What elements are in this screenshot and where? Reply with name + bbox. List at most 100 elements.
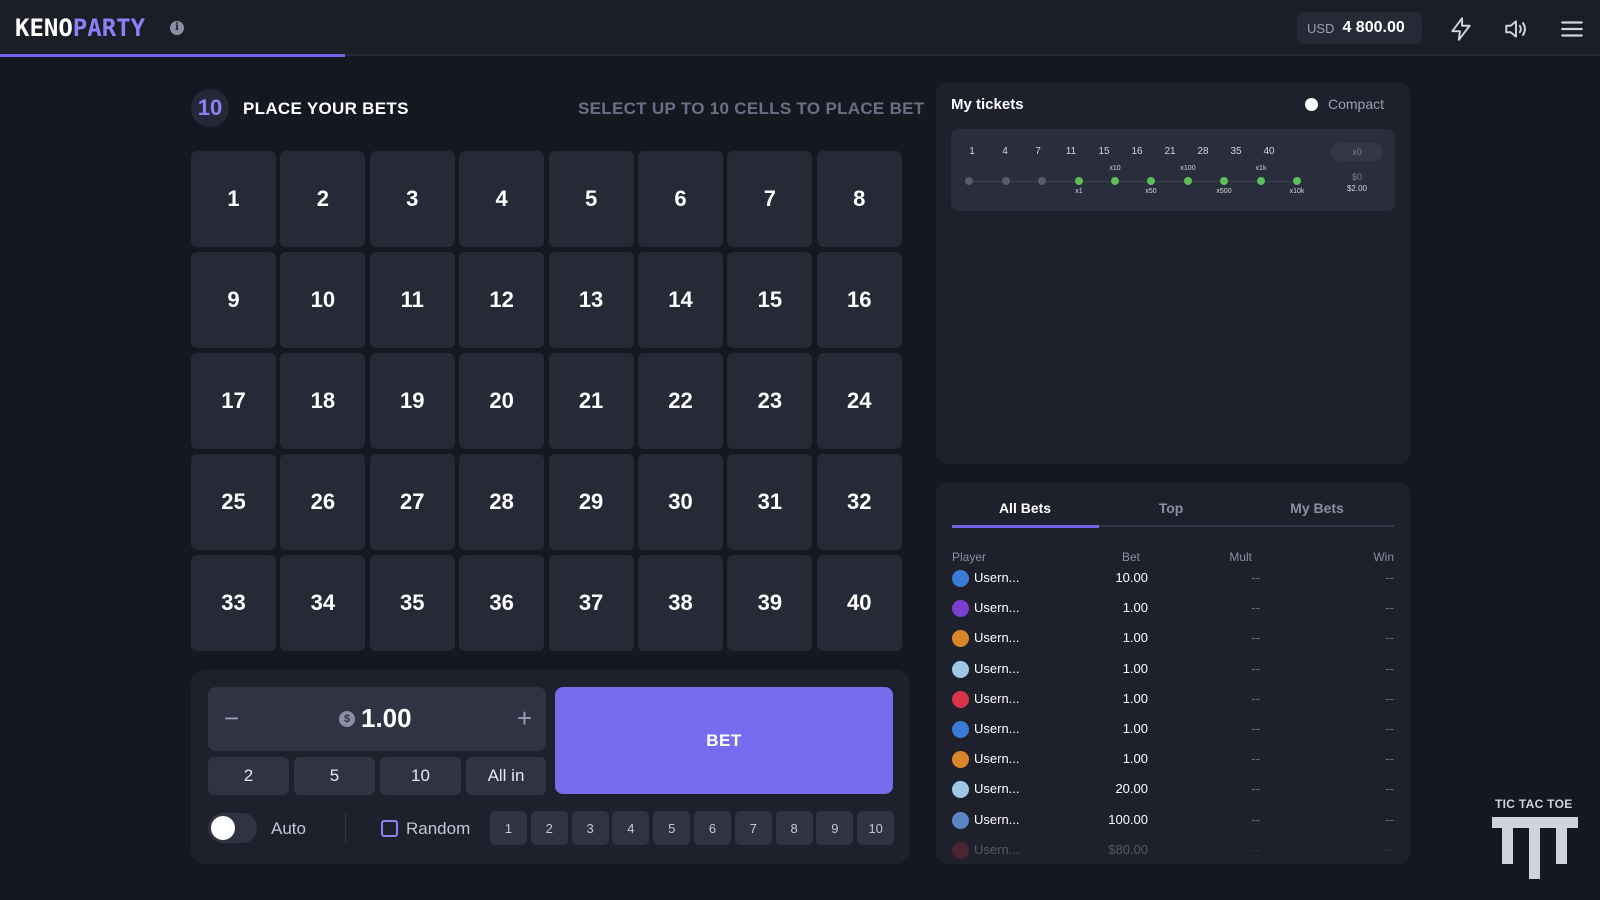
keno-cell[interactable]: 25 — [191, 454, 276, 550]
keno-cell[interactable]: 24 — [816, 353, 902, 449]
bet-amount-value[interactable]: 1.00 — [361, 703, 412, 734]
random-count-button[interactable]: 3 — [571, 811, 609, 845]
ticket-number: 35 — [1230, 146, 1242, 157]
auto-label: Auto — [271, 819, 306, 838]
keno-cell[interactable]: 35 — [369, 555, 455, 651]
keno-cell[interactable]: 31 — [727, 454, 813, 550]
auto-toggle[interactable] — [208, 813, 257, 843]
bet-win: -- — [1385, 781, 1394, 797]
quick-amount-button[interactable]: 2 — [208, 757, 289, 795]
keno-cell[interactable]: 1 — [191, 151, 276, 247]
keno-cell[interactable]: 34 — [280, 555, 366, 651]
keno-cell[interactable]: 27 — [369, 454, 455, 550]
keno-cell[interactable]: 32 — [816, 454, 902, 550]
keno-cell[interactable]: 21 — [548, 353, 634, 449]
bets-panel: All Bets Top My Bets Player Bet Mult Win… — [936, 482, 1410, 864]
keno-cell[interactable]: 28 — [459, 454, 545, 550]
player-avatar — [952, 600, 969, 618]
keno-cell[interactable]: 39 — [727, 555, 813, 651]
random-count-button[interactable]: 4 — [612, 811, 650, 845]
keno-cell[interactable]: 14 — [637, 252, 723, 348]
random-count-button[interactable]: 2 — [530, 811, 568, 845]
bet-amount-field[interactable]: − $ 1.00 + — [208, 687, 546, 751]
toggle-knob — [211, 816, 235, 840]
ticket-progress-line — [969, 181, 1301, 182]
bet-multiplier: -- — [1251, 781, 1260, 797]
keno-cell[interactable]: 38 — [637, 555, 723, 651]
tab-all-bets[interactable]: All Bets — [952, 500, 1098, 516]
keno-cell[interactable]: 4 — [459, 151, 545, 247]
keno-cell[interactable]: 36 — [459, 555, 545, 651]
random-count-button[interactable]: 5 — [653, 811, 691, 845]
keno-cell[interactable]: 11 — [369, 252, 455, 348]
keno-cell[interactable]: 5 — [548, 151, 634, 247]
bet-win: -- — [1385, 811, 1394, 827]
bet-button[interactable]: BET — [555, 687, 893, 794]
ticket-step-dot — [1184, 177, 1192, 185]
keno-cell[interactable]: 26 — [280, 454, 366, 550]
keno-cell[interactable]: 17 — [191, 353, 276, 449]
keno-cell[interactable]: 15 — [727, 252, 813, 348]
ticket-multiplier: x1k — [1255, 165, 1267, 172]
compact-toggle[interactable] — [1305, 98, 1318, 111]
increase-amount-button[interactable]: + — [517, 705, 532, 731]
lightning-icon[interactable] — [1448, 16, 1474, 42]
ticket-result: x0 — [1331, 143, 1383, 161]
ticket-multiplier: x500 — [1216, 188, 1232, 195]
decrease-amount-button[interactable]: − — [224, 705, 239, 731]
ticket-step-dot — [1257, 177, 1265, 185]
keno-cell[interactable]: 19 — [369, 353, 455, 449]
keno-cell[interactable]: 37 — [548, 555, 634, 651]
random-count-button[interactable]: 10 — [857, 811, 895, 845]
compact-label[interactable]: Compact — [1328, 96, 1384, 112]
quick-amount-button[interactable]: 10 — [380, 757, 461, 795]
keno-cell[interactable]: 3 — [369, 151, 455, 247]
bet-win: -- — [1385, 600, 1394, 616]
keno-cell[interactable]: 16 — [816, 252, 902, 348]
keno-cell[interactable]: 33 — [191, 555, 276, 651]
random-count-button[interactable]: 9 — [816, 811, 854, 845]
quick-amount-button[interactable]: 5 — [294, 757, 375, 795]
keno-cell[interactable]: 29 — [548, 454, 634, 550]
keno-cell[interactable]: 22 — [637, 353, 723, 449]
keno-cell[interactable]: 6 — [637, 151, 723, 247]
keno-cell[interactable]: 9 — [191, 252, 276, 348]
ticket-card[interactable]: x0 $0 $2.00 1 4 7 11 15 16 21 28 35 40 x1 x50 x500 x1… — [951, 129, 1395, 211]
bet-multiplier: -- — [1251, 721, 1260, 736]
dice-icon[interactable] — [381, 820, 398, 837]
ticket-step-dot — [1293, 177, 1301, 185]
bet-amount: 1.00 — [1122, 660, 1148, 676]
bet-multiplier: -- — [1251, 660, 1260, 676]
keno-cell[interactable]: 40 — [816, 555, 902, 651]
random-count-button[interactable]: 6 — [694, 811, 731, 845]
random-label[interactable]: Random — [406, 819, 470, 839]
bet-amount: 100.00 — [1108, 811, 1148, 827]
keno-cell[interactable]: 2 — [280, 151, 366, 247]
all-in-button[interactable]: All in — [466, 757, 546, 795]
keno-cell[interactable]: 7 — [727, 151, 813, 247]
keno-cell[interactable]: 10 — [280, 252, 366, 348]
place-bets-title: PLACE YOUR BETS — [243, 99, 409, 118]
keno-cell[interactable]: 20 — [459, 353, 545, 449]
random-count-button[interactable]: 1 — [490, 811, 527, 845]
tab-my-bets[interactable]: My Bets — [1244, 500, 1390, 516]
divider — [345, 812, 346, 844]
bet-win: -- — [1385, 751, 1394, 767]
bet-multiplier: -- — [1251, 570, 1260, 585]
keno-cell[interactable]: 18 — [280, 353, 366, 449]
sound-icon[interactable] — [1503, 16, 1529, 42]
random-count-button[interactable]: 8 — [775, 811, 813, 845]
balance-currency: USD — [1307, 20, 1335, 36]
random-count-button[interactable]: 7 — [734, 811, 772, 845]
keno-cell[interactable]: 30 — [637, 454, 723, 550]
keno-cell[interactable]: 12 — [459, 252, 545, 348]
keno-cell[interactable]: 8 — [816, 151, 902, 247]
bet-multiplier: -- — [1251, 600, 1260, 616]
menu-icon[interactable] — [1559, 16, 1585, 42]
keno-cell[interactable]: 23 — [727, 353, 813, 449]
tab-top[interactable]: Top — [1098, 500, 1244, 516]
keno-cell[interactable]: 13 — [548, 252, 634, 348]
player-avatar — [952, 811, 969, 829]
info-icon[interactable]: i — [170, 21, 184, 35]
player-name: Usern... — [974, 660, 1020, 676]
